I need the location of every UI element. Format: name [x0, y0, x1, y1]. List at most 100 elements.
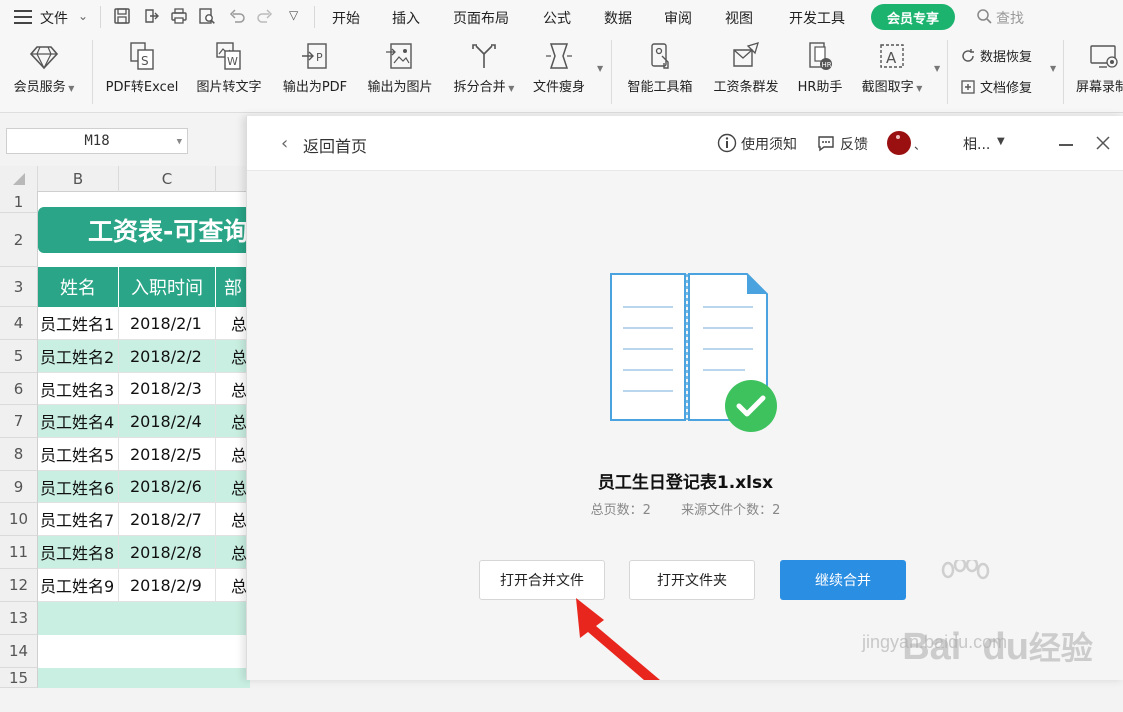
tab-developer[interactable]: 开发工具	[789, 8, 845, 28]
header-cell-hire-date[interactable]: 入职时间	[119, 267, 216, 307]
smart-toolbox-button[interactable]: 智能工具箱	[620, 34, 700, 95]
search-icon[interactable]	[976, 8, 992, 24]
hr-helper-button[interactable]: HR HR助手	[780, 34, 860, 95]
close-icon[interactable]	[1095, 135, 1111, 151]
export-icon[interactable]	[142, 7, 160, 25]
row-header[interactable]: 7	[0, 405, 38, 438]
usage-notes-link[interactable]: 使用须知	[741, 134, 797, 154]
empty-row[interactable]	[38, 602, 250, 635]
column-header-d[interactable]	[216, 166, 250, 192]
file-slim-button[interactable]: 文件瘦身	[519, 34, 599, 95]
screen-record-button[interactable]: 屏幕录制	[1070, 34, 1123, 95]
image-to-text-button[interactable]: W 图片转文字	[189, 34, 269, 95]
cell-employee-name[interactable]: 员工姓名3	[38, 373, 119, 405]
row-header[interactable]: 12	[0, 569, 38, 602]
print-preview-icon[interactable]	[198, 7, 216, 25]
export-pdf-button[interactable]: P 输出为PDF	[275, 34, 355, 95]
select-all-corner[interactable]	[0, 166, 38, 192]
cell-employee-name[interactable]: 员工姓名5	[38, 438, 119, 471]
cell-hire-date[interactable]: 2018/2/5	[119, 438, 216, 471]
more-icon[interactable]: ▼	[1050, 64, 1056, 73]
cell-department[interactable]: 总	[216, 471, 250, 503]
tab-insert[interactable]: 插入	[392, 8, 420, 28]
row-header[interactable]: 11	[0, 536, 38, 569]
row-header[interactable]: 4	[0, 307, 38, 340]
cell-department[interactable]: 总	[216, 503, 250, 536]
customize-quick-access-icon[interactable]: ▽	[289, 8, 298, 22]
cell-department[interactable]: 总	[216, 405, 250, 438]
cell-department[interactable]: 总	[216, 438, 250, 471]
cell-department[interactable]: 总	[216, 373, 250, 405]
minimize-icon[interactable]	[1059, 144, 1073, 146]
member-service-button[interactable]: 会员服务 ▼	[4, 34, 84, 95]
row-header[interactable]: 1	[0, 191, 38, 213]
info-icon[interactable]	[717, 133, 737, 153]
feedback-icon[interactable]	[816, 133, 836, 153]
cell-department[interactable]: 总	[216, 536, 250, 569]
column-header-b[interactable]: B	[38, 166, 119, 192]
export-image-button[interactable]: 输出为图片	[360, 34, 440, 95]
row-header[interactable]: 2	[0, 213, 38, 267]
back-home-link[interactable]: 返回首页	[303, 133, 367, 157]
search-label[interactable]: 查找	[996, 8, 1024, 28]
cell-hire-date[interactable]: 2018/2/9	[119, 569, 216, 602]
column-header-c[interactable]: C	[119, 166, 216, 192]
feedback-link[interactable]: 反馈	[840, 134, 868, 154]
tab-page-layout[interactable]: 页面布局	[453, 8, 509, 28]
cell-employee-name[interactable]: 员工姓名1	[38, 307, 119, 340]
row-header[interactable]: 5	[0, 340, 38, 373]
chevron-down-icon[interactable]: ▼	[177, 137, 182, 147]
tab-vip[interactable]: 会员专享	[871, 4, 955, 30]
cell-hire-date[interactable]: 2018/2/3	[119, 373, 216, 405]
row-header[interactable]: 9	[0, 471, 38, 503]
more-icon[interactable]: ▼	[597, 64, 603, 73]
cell-employee-name[interactable]: 员工姓名4	[38, 405, 119, 438]
cell-employee-name[interactable]: 员工姓名8	[38, 536, 119, 569]
split-merge-button[interactable]: 拆分合并 ▼	[444, 34, 524, 95]
hamburger-icon[interactable]	[14, 9, 32, 24]
row-header[interactable]: 15	[0, 668, 38, 688]
empty-row[interactable]	[38, 635, 250, 668]
header-cell-name[interactable]: 姓名	[38, 267, 119, 307]
cell-hire-date[interactable]: 2018/2/8	[119, 536, 216, 569]
sheet-title[interactable]: 工资表-可查询	[38, 207, 250, 253]
row-header[interactable]: 6	[0, 373, 38, 405]
avatar[interactable]	[887, 131, 911, 155]
cell-hire-date[interactable]: 2018/2/1	[119, 307, 216, 340]
header-cell-dept[interactable]: 部	[216, 267, 250, 307]
file-menu[interactable]: 文件	[40, 8, 68, 28]
row-header[interactable]: 13	[0, 602, 38, 635]
doc-repair-button[interactable]: 文档修复	[960, 77, 1032, 96]
cell-employee-name[interactable]: 员工姓名9	[38, 569, 119, 602]
name-box[interactable]: M18 ▼	[6, 128, 188, 154]
row-header[interactable]: 14	[0, 635, 38, 668]
caret-down-icon[interactable]: ▼	[997, 136, 1005, 147]
cell-hire-date[interactable]: 2018/2/4	[119, 405, 216, 438]
cell-department[interactable]: 总	[216, 307, 250, 340]
salary-mail-button[interactable]: 工资条群发	[706, 34, 786, 95]
cell-hire-date[interactable]: 2018/2/7	[119, 503, 216, 536]
tab-view[interactable]: 视图	[725, 8, 753, 28]
cell-hire-date[interactable]: 2018/2/6	[119, 471, 216, 503]
cell-department[interactable]: 总	[216, 340, 250, 373]
print-icon[interactable]	[170, 7, 188, 25]
cell-employee-name[interactable]: 员工姓名7	[38, 503, 119, 536]
save-icon[interactable]	[113, 7, 131, 25]
redo-icon[interactable]	[256, 7, 274, 25]
tab-review[interactable]: 审阅	[664, 8, 692, 28]
tab-home[interactable]: 开始	[332, 8, 360, 28]
chevron-down-icon[interactable]: ⌄	[78, 9, 88, 23]
tab-data[interactable]: 数据	[604, 8, 632, 28]
undo-icon[interactable]	[228, 7, 246, 25]
cell-department[interactable]: 总	[216, 569, 250, 602]
cell-employee-name[interactable]: 员工姓名2	[38, 340, 119, 373]
user-name[interactable]: 相...	[963, 134, 990, 154]
chevron-left-icon[interactable]: ‹	[281, 133, 288, 154]
screenshot-ocr-button[interactable]: A 截图取字 ▼	[852, 34, 932, 95]
row-header[interactable]: 3	[0, 267, 38, 307]
row-header[interactable]: 10	[0, 503, 38, 536]
row-header[interactable]: 8	[0, 438, 38, 471]
tab-formula[interactable]: 公式	[543, 8, 571, 28]
cell-hire-date[interactable]: 2018/2/2	[119, 340, 216, 373]
pdf-to-excel-button[interactable]: S PDF转Excel	[102, 34, 182, 95]
